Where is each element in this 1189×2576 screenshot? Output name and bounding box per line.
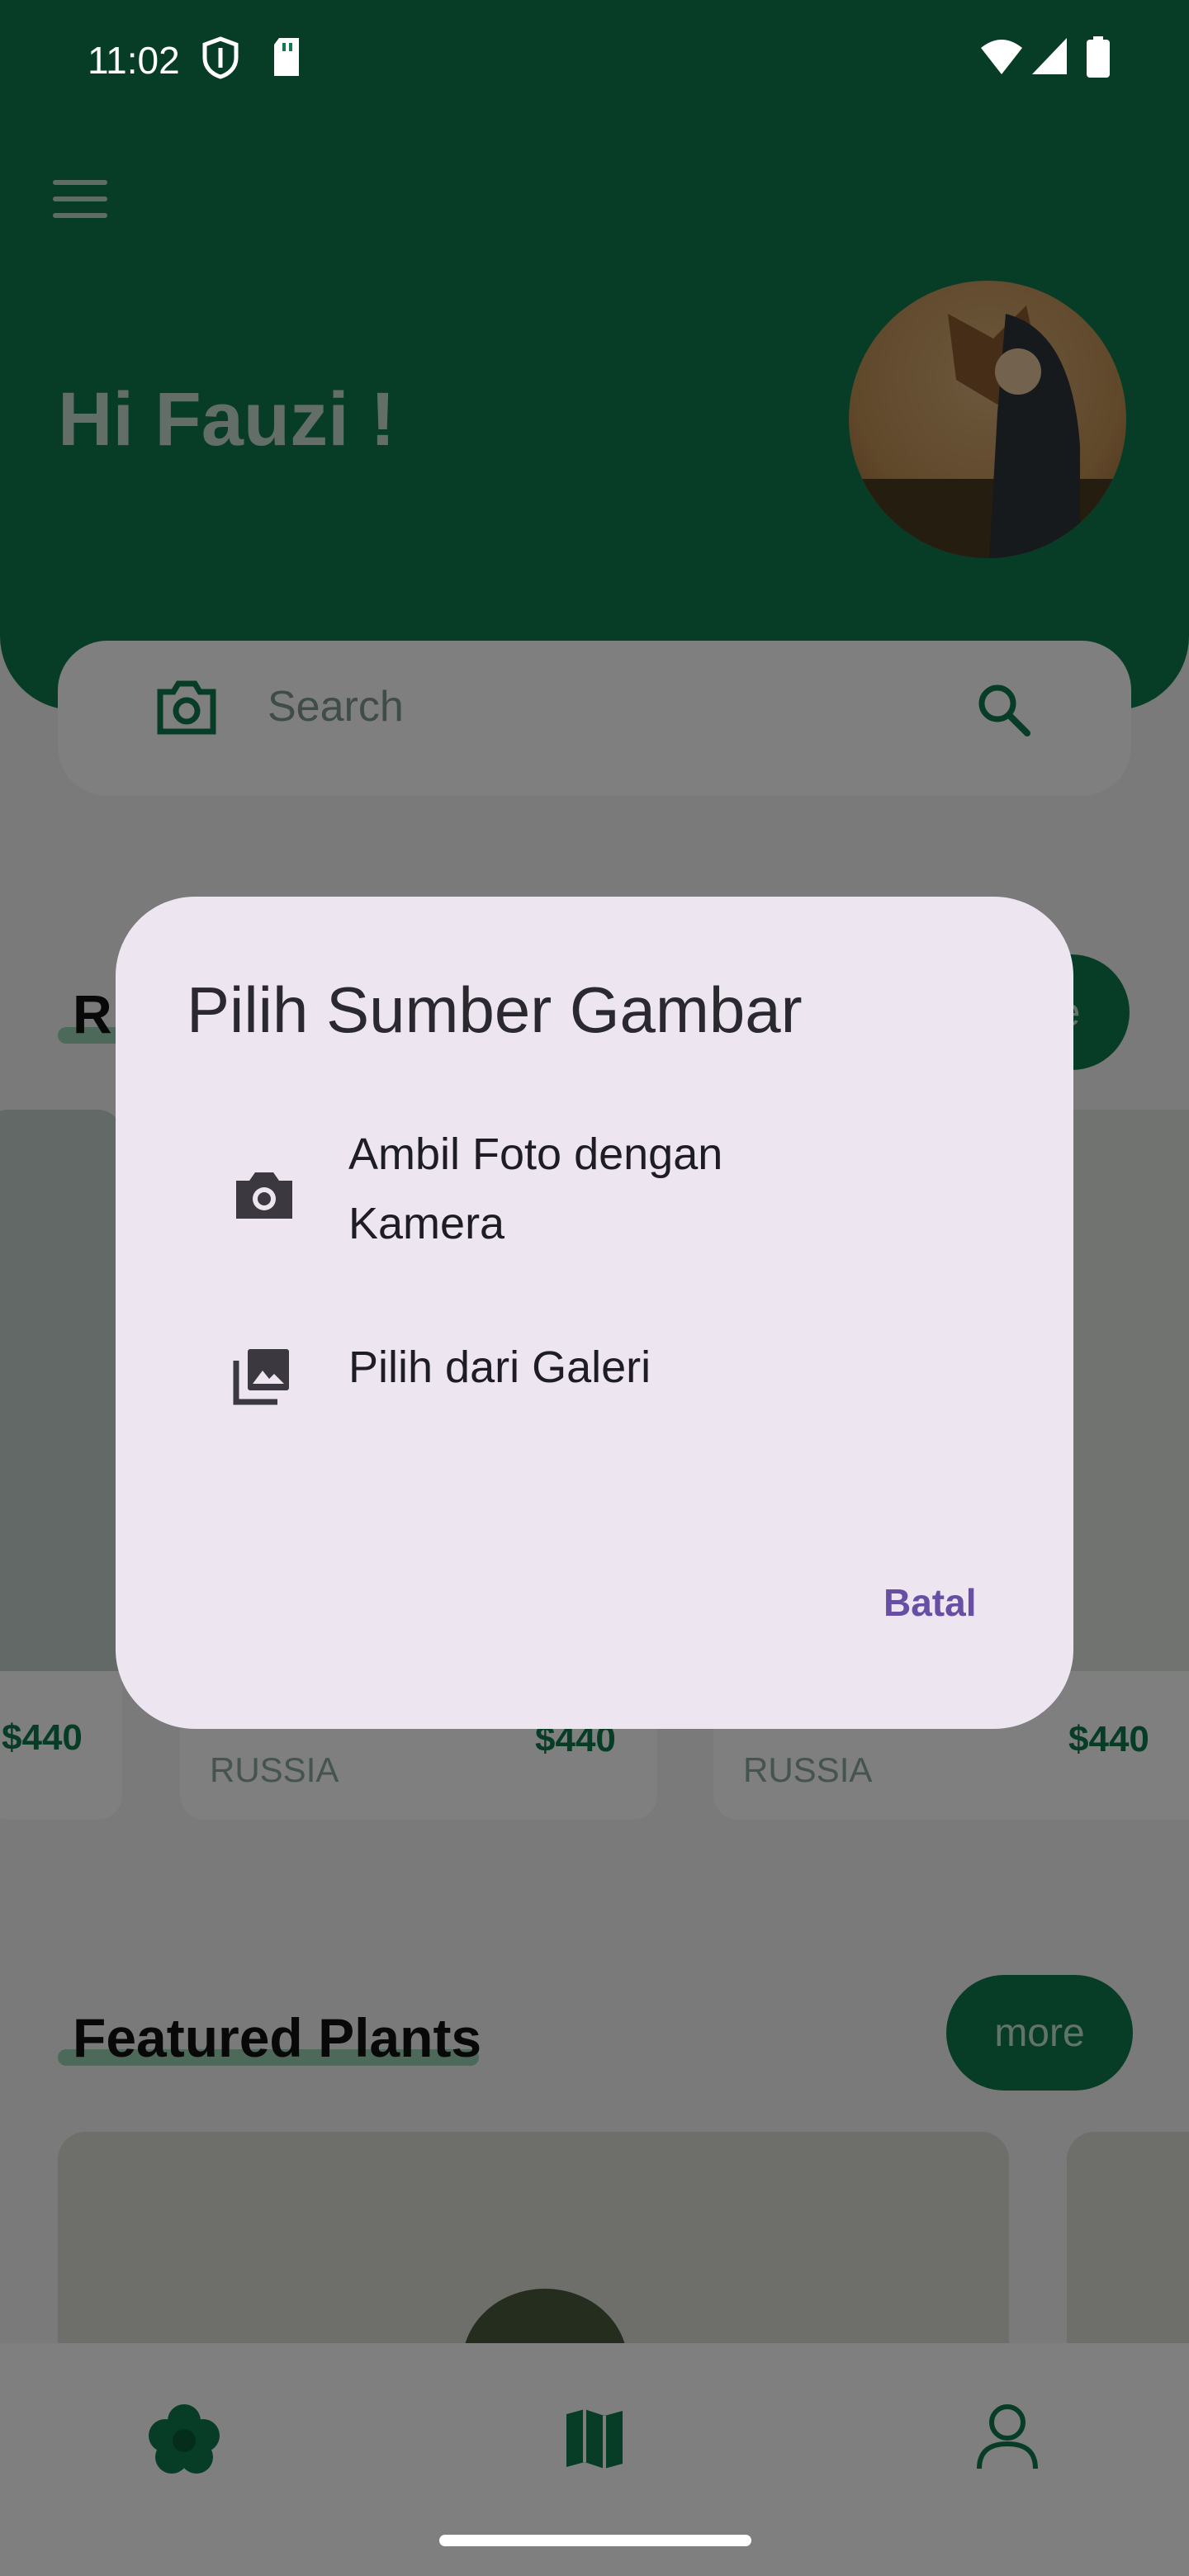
- status-time: 11:02: [88, 39, 180, 82]
- signal-icon: [1032, 38, 1067, 74]
- gesture-bar[interactable]: [439, 2535, 751, 2546]
- sd-card-icon: [274, 38, 299, 76]
- option-label: Ambil Foto dengan Kamera: [348, 1129, 723, 1248]
- camera-icon: [236, 1172, 292, 1219]
- wifi-icon: [981, 40, 1022, 74]
- status-bar: 11:02: [0, 0, 1189, 116]
- photo-library-icon: [233, 1349, 289, 1405]
- shield-icon: [202, 36, 239, 79]
- option-gallery[interactable]: Pilih dari Galeri: [116, 1324, 1073, 1415]
- cancel-button[interactable]: Batal: [859, 1564, 1001, 1641]
- option-label: Pilih dari Galeri: [348, 1342, 651, 1392]
- dialog-title: Pilih Sumber Gambar: [187, 973, 803, 1046]
- image-source-dialog: Pilih Sumber Gambar Ambil Foto dengan Ka…: [116, 897, 1073, 1729]
- option-camera[interactable]: Ambil Foto dengan Kamera: [116, 1120, 1073, 1258]
- battery-icon: [1087, 36, 1110, 78]
